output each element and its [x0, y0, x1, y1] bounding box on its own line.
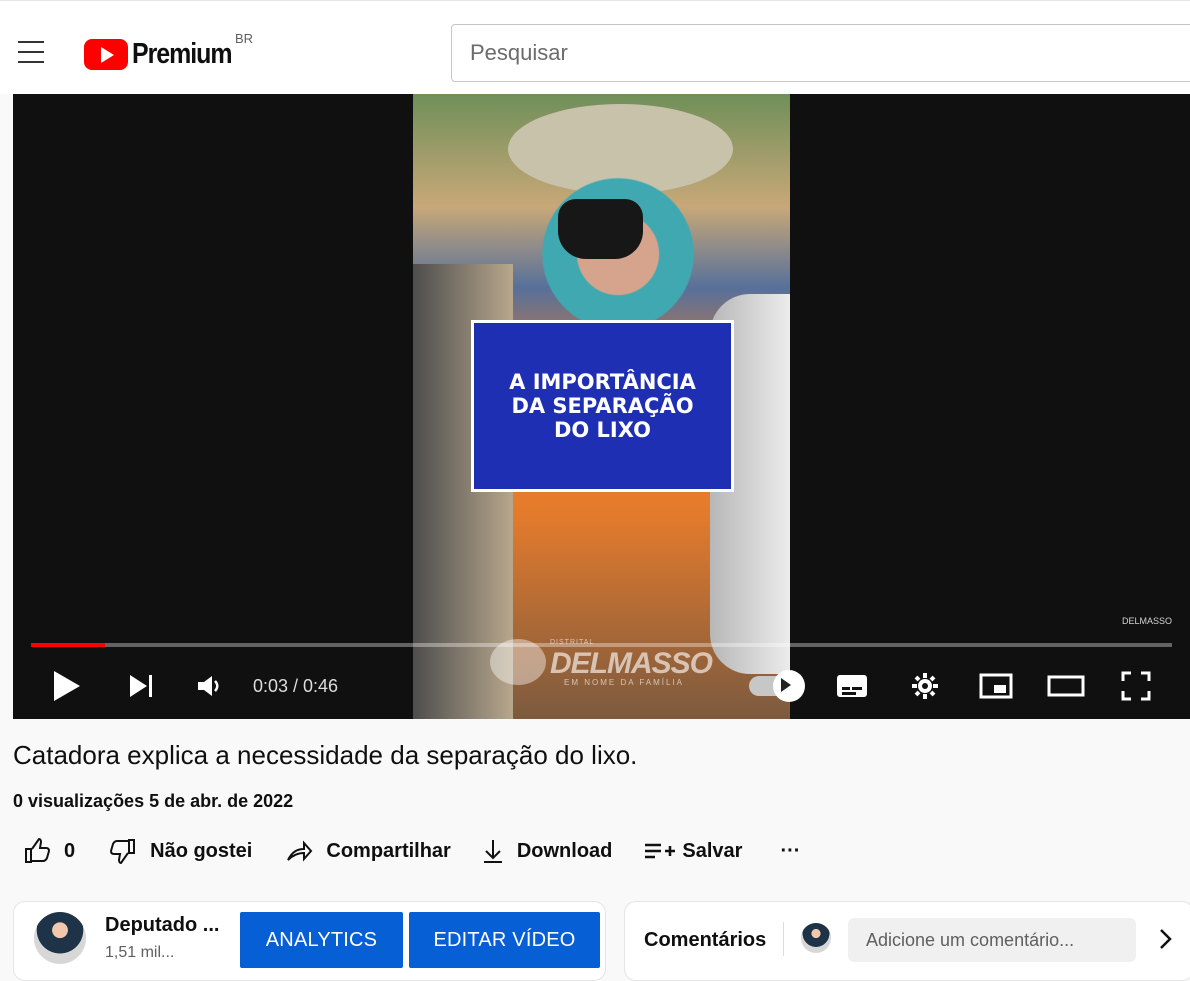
comment-input[interactable]: Adicione um comentário...	[848, 918, 1136, 962]
more-icon: ···	[780, 839, 801, 862]
progress-bar[interactable]	[31, 643, 1172, 647]
top-bar: Premium BR Pesquisar	[0, 0, 1190, 94]
thumbs-down-icon	[110, 839, 136, 865]
captions-icon[interactable]	[833, 667, 871, 705]
more-actions-button[interactable]: ···	[780, 840, 800, 863]
channel-avatar[interactable]	[34, 912, 86, 964]
dislike-button[interactable]: Não gostei	[108, 836, 252, 866]
save-playlist-icon	[645, 843, 676, 859]
small-watermark: DELMASSO	[1121, 616, 1172, 626]
save-label: Salvar	[682, 839, 743, 862]
comments-title: Comentários	[644, 929, 767, 951]
video-title-overlay-text: A IMPORTÂNCIA DA SEPARAÇÃO DO LIXO	[509, 370, 696, 442]
comments-card: Comentários Adicione um comentário...	[624, 901, 1190, 981]
thumbs-up-icon	[25, 837, 51, 863]
settings-gear-icon[interactable]	[906, 667, 944, 705]
youtube-premium-logo[interactable]: Premium	[84, 37, 248, 71]
channel-name[interactable]: Deputado ...	[105, 914, 219, 937]
video-player[interactable]: A IMPORTÂNCIA DA SEPARAÇÃO DO LIXO DELMA…	[13, 94, 1190, 719]
subscriber-count: 1,51 mil...	[105, 944, 175, 961]
fullscreen-icon[interactable]	[1117, 667, 1155, 705]
download-button[interactable]: Download	[481, 836, 613, 866]
autoplay-play-icon	[781, 678, 791, 692]
video-frame[interactable]: A IMPORTÂNCIA DA SEPARAÇÃO DO LIXO	[413, 94, 790, 719]
menu-icon[interactable]	[18, 41, 44, 63]
download-icon	[483, 840, 502, 863]
video-title-overlay: A IMPORTÂNCIA DA SEPARAÇÃO DO LIXO	[471, 320, 734, 492]
face-mask	[558, 199, 643, 259]
volume-icon[interactable]	[190, 667, 228, 705]
video-title: Catadora explica a necessidade da separa…	[13, 740, 638, 770]
analytics-button[interactable]: ANALYTICS	[240, 912, 403, 968]
share-icon	[287, 840, 313, 862]
search-input[interactable]: Pesquisar	[451, 24, 1190, 82]
player-controls: 0:03 / 0:46	[13, 659, 1190, 719]
chevron-right-icon[interactable]	[1153, 927, 1177, 951]
region-label: BR	[235, 31, 254, 46]
autoplay-toggle[interactable]	[749, 670, 805, 702]
time-display: 0:03 / 0:46	[253, 676, 339, 696]
like-count: 0	[64, 839, 76, 862]
save-button[interactable]: Salvar	[642, 836, 742, 866]
user-avatar	[801, 923, 831, 953]
channel-card: Deputado ... 1,51 mil... ANALYTICS EDITA…	[13, 901, 606, 981]
dislike-label: Não gostei	[150, 839, 253, 862]
progress-played	[31, 643, 106, 647]
comments-divider	[783, 922, 784, 956]
next-icon[interactable]	[122, 667, 160, 705]
share-button[interactable]: Compartilhar	[284, 836, 451, 866]
download-label: Download	[516, 839, 613, 862]
video-meta: 0 visualizações 5 de abr. de 2022	[13, 791, 294, 811]
youtube-play-icon	[84, 38, 128, 70]
edit-video-button[interactable]: EDITAR VÍDEO	[409, 912, 600, 968]
logo-text: Premium	[132, 37, 233, 70]
play-icon[interactable]	[48, 667, 86, 705]
video-actions: 0 Não gostei Compartilhar Download Salva…	[22, 834, 800, 868]
miniplayer-icon[interactable]	[977, 667, 1015, 705]
like-button[interactable]: 0	[22, 836, 75, 866]
share-label: Compartilhar	[326, 839, 451, 862]
theater-mode-icon[interactable]	[1047, 667, 1085, 705]
